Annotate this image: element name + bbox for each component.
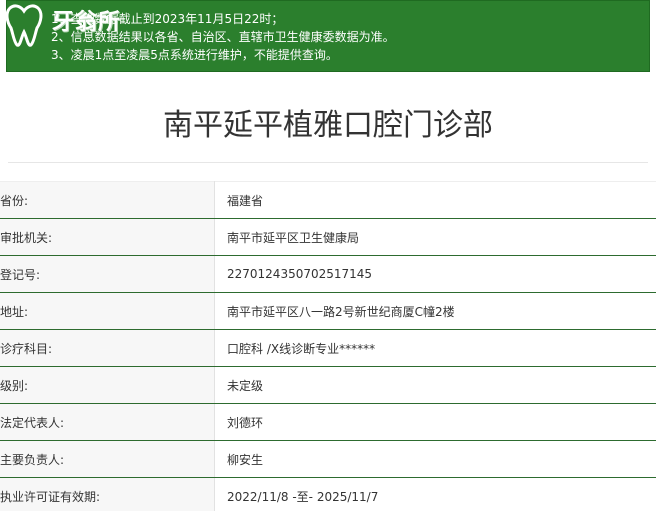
table-row: 级别: 未定级 — [0, 366, 656, 404]
row-label: 省份: — [0, 181, 215, 219]
row-value: 口腔科 /X线诊断专业****** — [214, 329, 656, 367]
title-area: 南平延平植雅口腔门诊部 — [0, 90, 656, 162]
table-row: 省份: 福建省 — [0, 181, 656, 219]
table-row: 登记号: 2270124350702517145 — [0, 255, 656, 293]
page-title: 南平延平植雅口腔门诊部 — [163, 108, 493, 143]
row-value: 刘德环 — [214, 403, 656, 441]
table-row: 执业许可证有效期: 2022/11/8 -至- 2025/11/7 — [0, 477, 656, 511]
table-row: 诊疗科目: 口腔科 /X线诊断专业****** — [0, 329, 656, 367]
row-label: 地址: — [0, 292, 215, 330]
table-row: 法定代表人: 刘德环 — [0, 403, 656, 441]
row-label: 主要负责人: — [0, 440, 215, 478]
row-value: 柳安生 — [214, 440, 656, 478]
row-value: 福建省 — [214, 181, 656, 219]
table-row: 审批机关: 南平市延平区卫生健康局 — [0, 218, 656, 256]
row-label: 执业许可证有效期: — [0, 477, 215, 511]
row-value: 2270124350702517145 — [214, 255, 656, 293]
table-row: 主要负责人: 柳安生 — [0, 440, 656, 478]
row-value: 南平市延平区卫生健康局 — [214, 218, 656, 256]
logo-wordmark: 牙翁所 — [52, 9, 122, 35]
row-label: 法定代表人: — [0, 403, 215, 441]
title-divider — [8, 162, 648, 163]
row-value: 2022/11/8 -至- 2025/11/7 — [214, 477, 656, 511]
row-label: 级别: — [0, 366, 215, 404]
details-table: 省份: 福建省 审批机关: 南平市延平区卫生健康局 登记号: 227012435… — [0, 181, 656, 511]
notice-line-3: 3、凌晨1点至凌晨5点系统进行维护，不能提供查询。 — [51, 48, 338, 62]
tooth-icon — [4, 4, 44, 52]
row-label: 审批机关: — [0, 218, 215, 256]
row-value: 未定级 — [214, 366, 656, 404]
table-row: 地址: 南平市延平区八一路2号新世纪商厦C幢2楼 — [0, 292, 656, 330]
page: 1、查询数据截止到2023年11月5日22时； 2、信息数据结果以各省、自治区、… — [0, 0, 656, 511]
row-label: 诊疗科目: — [0, 329, 215, 367]
row-label: 登记号: — [0, 255, 215, 293]
row-value: 南平市延平区八一路2号新世纪商厦C幢2楼 — [214, 292, 656, 330]
site-logo[interactable]: 牙翁所 — [0, 2, 130, 47]
